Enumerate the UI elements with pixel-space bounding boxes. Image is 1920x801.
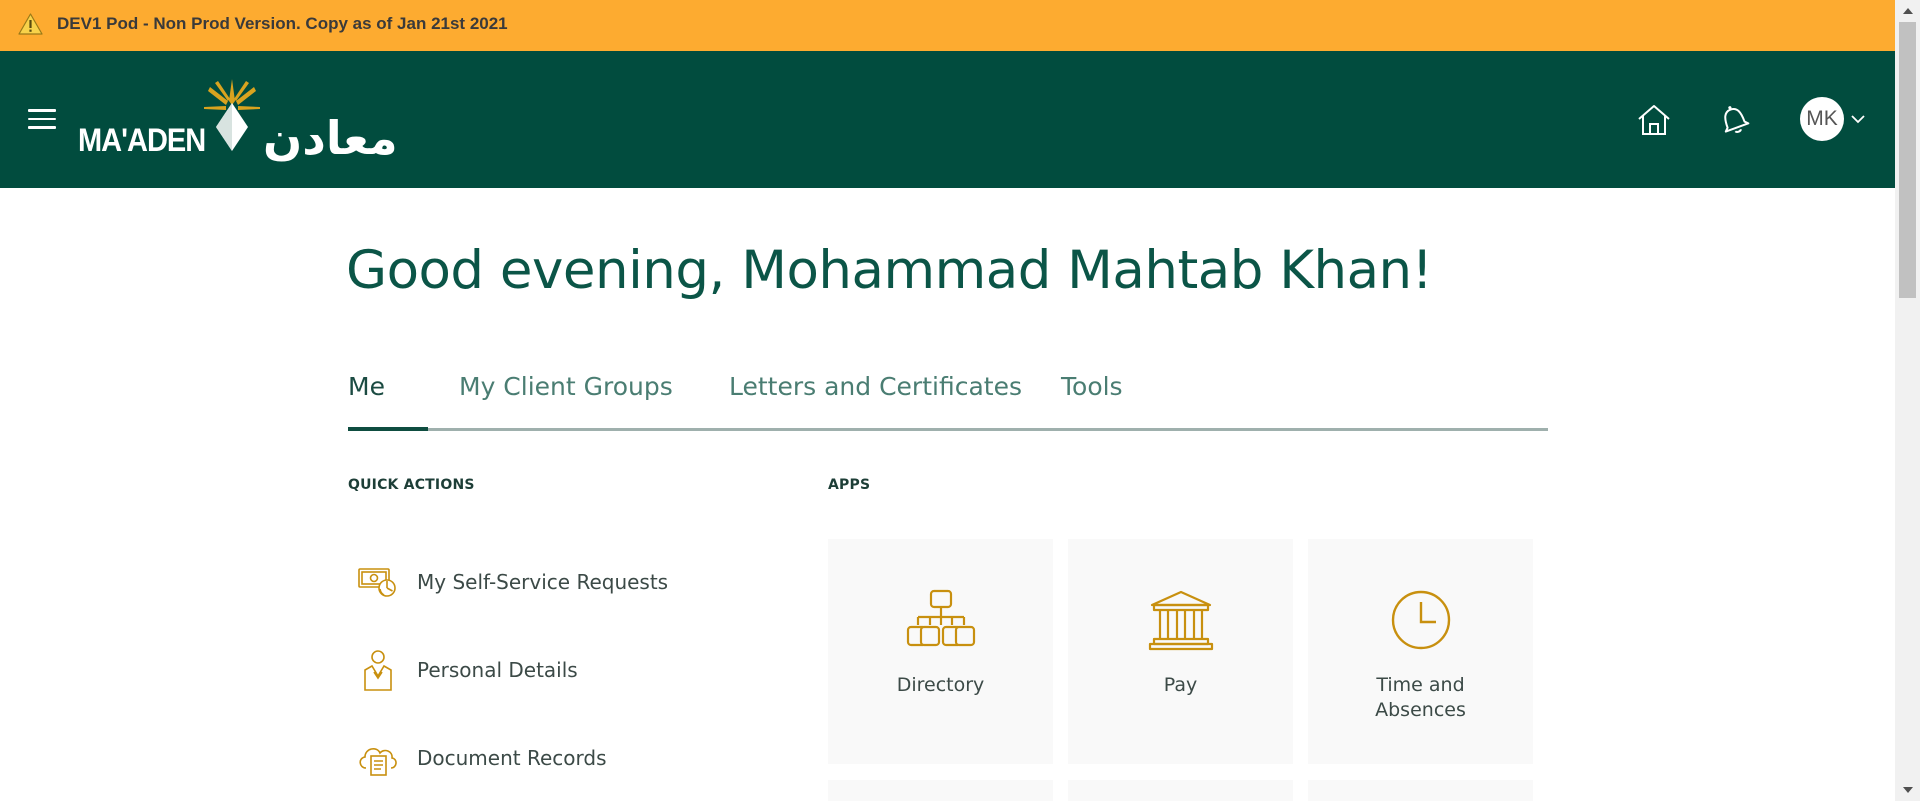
tab-letters-and-certificates[interactable]: Letters and Certificates bbox=[729, 372, 1022, 401]
apps-heading: APPS bbox=[828, 477, 871, 493]
app-tile-label: Directory bbox=[896, 674, 985, 696]
requests-icon bbox=[358, 568, 396, 597]
company-logo[interactable]: MA'ADEN معادن bbox=[76, 79, 398, 165]
home-icon[interactable] bbox=[1636, 103, 1672, 137]
quick-action-label: My Self-Service Requests bbox=[417, 570, 669, 594]
quick-action-my-self-service-requests[interactable]: My Self-Service Requests bbox=[356, 557, 668, 607]
app-tile-partial[interactable] bbox=[1308, 780, 1533, 801]
warning-icon bbox=[18, 13, 43, 35]
bell-icon[interactable] bbox=[1717, 101, 1751, 137]
scroll-down-arrow-icon[interactable] bbox=[1895, 779, 1920, 801]
quick-action-label: Document Records bbox=[417, 746, 607, 770]
environment-banner-text: DEV1 Pod - Non Prod Version. Copy as of … bbox=[57, 14, 508, 33]
app-tile-pay[interactable]: Pay bbox=[1068, 539, 1293, 764]
person-icon bbox=[364, 650, 392, 691]
app-tile-partial[interactable] bbox=[1068, 780, 1293, 801]
quick-action-label: Personal Details bbox=[417, 658, 578, 682]
tab-my-client-groups[interactable]: My Client Groups bbox=[459, 372, 673, 401]
global-header: MA'ADEN معادن MK bbox=[0, 51, 1895, 188]
cloud-document-icon bbox=[359, 748, 397, 776]
active-tab-indicator bbox=[348, 427, 428, 431]
logo-wordmark: MA'ADEN bbox=[78, 123, 206, 159]
app-tile-directory[interactable]: Directory bbox=[828, 539, 1053, 764]
page-scrollbar[interactable] bbox=[1895, 0, 1920, 801]
clock-icon bbox=[1391, 590, 1451, 650]
logo-arabic-wordmark: معادن bbox=[263, 111, 398, 165]
app-tile-partial[interactable] bbox=[828, 780, 1053, 801]
bank-icon bbox=[1148, 590, 1214, 651]
scrollbar-thumb[interactable] bbox=[1899, 22, 1916, 298]
springboard-tabs: Me My Client Groups Letters and Certific… bbox=[348, 372, 1548, 432]
app-tile-label: Pay bbox=[1163, 674, 1198, 696]
logo-star-icon bbox=[204, 79, 260, 151]
quick-action-personal-details[interactable]: Personal Details bbox=[356, 645, 578, 695]
quick-actions-heading: QUICK ACTIONS bbox=[348, 477, 475, 493]
page-greeting: Good evening, Mohammad Mahtab Khan! bbox=[346, 240, 1433, 301]
menu-icon[interactable] bbox=[28, 109, 56, 131]
tab-me[interactable]: Me bbox=[348, 372, 385, 401]
user-avatar[interactable]: MK bbox=[1800, 97, 1844, 141]
quick-action-document-records[interactable]: Document Records bbox=[356, 733, 607, 783]
chevron-down-icon[interactable] bbox=[1850, 113, 1866, 125]
tab-tools[interactable]: Tools bbox=[1061, 372, 1123, 401]
avatar-initials: MK bbox=[1806, 107, 1838, 130]
app-tile-label: Time and Absences bbox=[1375, 674, 1466, 721]
tabs-underline bbox=[348, 428, 1548, 431]
scroll-up-arrow-icon[interactable] bbox=[1895, 0, 1920, 22]
app-tile-time-and-absences[interactable]: Time and Absences bbox=[1308, 539, 1533, 764]
org-chart-icon bbox=[906, 589, 976, 647]
environment-banner: DEV1 Pod - Non Prod Version. Copy as of … bbox=[0, 0, 1895, 51]
